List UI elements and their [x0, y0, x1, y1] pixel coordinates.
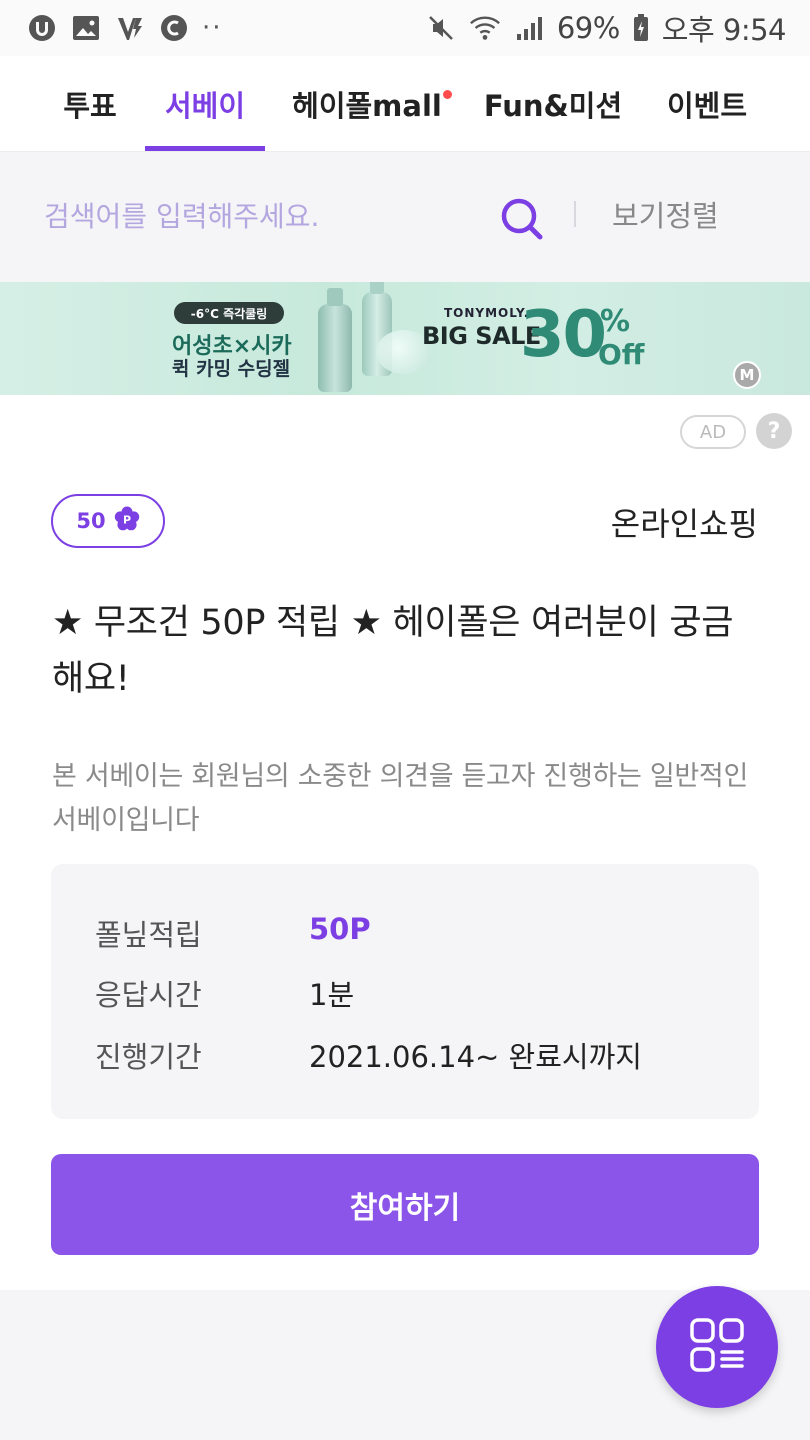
- search-row: 보기정렬: [0, 153, 810, 281]
- participate-button[interactable]: 참여하기: [51, 1154, 759, 1255]
- banner-discount: 30: [520, 298, 607, 372]
- tab-fun-mission[interactable]: Fun&미션: [472, 56, 634, 152]
- tab-vote[interactable]: 투표: [40, 56, 140, 152]
- banner-tag: -6°C 즉각쿨링: [174, 302, 284, 324]
- point-flower-icon: P: [114, 506, 140, 536]
- survey-card: AD ? 50 P 온라인쇼핑 ★ 무조건 50P 적립 ★ 헤이폴은 여러분이…: [0, 395, 810, 1290]
- tab-event[interactable]: 이벤트: [648, 56, 766, 152]
- banner-discount-sign: %: [600, 304, 631, 339]
- battery-icon: [632, 12, 650, 44]
- reward-label: 폴닢적립: [95, 918, 202, 952]
- active-tab-indicator: [145, 146, 265, 151]
- points-badge-value: 50: [76, 509, 106, 533]
- status-bar-right: 69% 오후 9:54: [425, 7, 787, 49]
- period-label: 진행기간: [95, 1040, 202, 1074]
- battery-percent: 69%: [556, 11, 620, 45]
- banner-brand: TONYMOLY.: [444, 306, 530, 320]
- points-badge: 50 P: [51, 494, 165, 548]
- banner-discount-suffix: Off: [598, 338, 645, 371]
- status-bar: ·· 69% 오후 9:54: [0, 0, 810, 56]
- sort-button[interactable]: 보기정렬: [612, 193, 719, 235]
- survey-info-box: 폴닢적립 50P 응답시간 1분 진행기간 2021.06.14~ 완료시까지: [51, 864, 759, 1119]
- survey-category: 온라인쇼핑: [610, 505, 758, 543]
- search-icon[interactable]: [494, 191, 548, 245]
- period-value: 2021.06.14~ 완료시까지: [309, 1040, 642, 1074]
- search-input[interactable]: [44, 193, 464, 239]
- status-bar-left: ··: [26, 12, 223, 44]
- reward-value: 50P: [309, 912, 371, 946]
- tab-survey[interactable]: 서베이: [145, 56, 265, 152]
- signal-icon: [513, 12, 545, 44]
- menu-fab[interactable]: [656, 1286, 778, 1408]
- vpn-icon: [114, 12, 146, 44]
- clock: 오후 9:54: [661, 13, 787, 47]
- banner-product-line2: 퀵 카밍 수딩젤: [172, 358, 291, 380]
- response-time-label: 응답시간: [95, 978, 202, 1012]
- product-bottle-image: [318, 288, 352, 392]
- help-icon[interactable]: ?: [756, 413, 792, 449]
- app-notification-icon: [26, 12, 58, 44]
- survey-title: ★ 무조건 50P 적립 ★ 헤이폴은 여러분이 궁금해요!: [52, 603, 734, 699]
- svg-text:P: P: [123, 514, 131, 527]
- more-notifications-dots: ··: [202, 13, 223, 43]
- m-badge-icon: M: [733, 361, 761, 389]
- ad-banner[interactable]: -6°C 즉각쿨링 어성초×시카 퀵 카밍 수딩젤 TONYMOLY. BIG …: [0, 282, 810, 395]
- survey-description: 본 서베이는 회원님의 소중한 의견을 듣고자 진행하는 일반적인 서베이입니다: [52, 761, 749, 836]
- response-time-value: 1분: [309, 978, 355, 1012]
- top-tab-bar: 투표 서베이 헤이폴mall Fun&미션 이벤트: [0, 56, 810, 152]
- wifi-icon: [469, 12, 501, 44]
- grid-menu-icon: [688, 1316, 746, 1378]
- ad-label: AD: [680, 415, 746, 449]
- c-app-icon: [158, 12, 190, 44]
- mute-icon: [425, 12, 457, 44]
- tab-heypoll-mall[interactable]: 헤이폴mall: [278, 56, 456, 152]
- gallery-icon: [70, 12, 102, 44]
- new-badge-dot: [443, 90, 452, 99]
- divider: [574, 201, 576, 227]
